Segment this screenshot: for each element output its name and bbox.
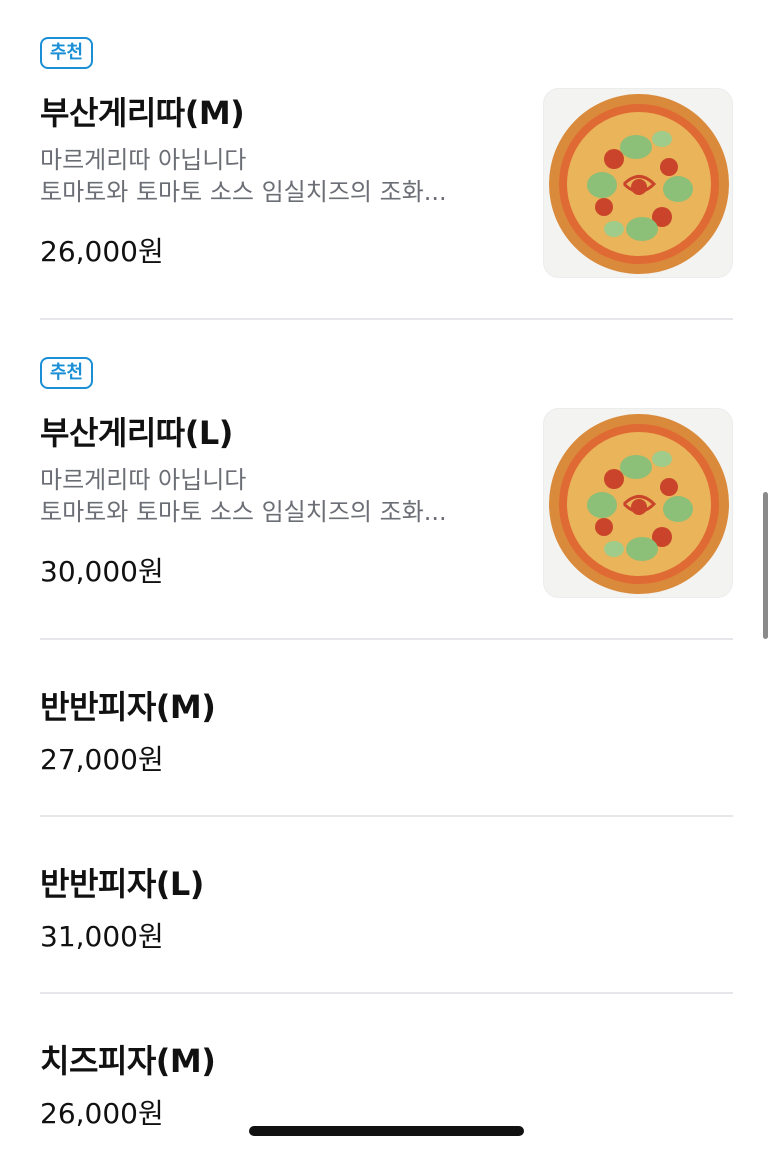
menu-item-price: 27,000원 bbox=[40, 743, 164, 776]
menu-item-name: 부산게리따(M) bbox=[40, 94, 245, 132]
home-indicator[interactable] bbox=[249, 1126, 524, 1136]
menu-item[interactable]: 추천 부산게리따(M) 마르게리따 아닙니다 토마토와 토마토 소스 임실치즈의… bbox=[40, 0, 733, 320]
menu-item-name: 부산게리따(L) bbox=[40, 414, 233, 452]
menu-item-price: 30,000원 bbox=[40, 555, 164, 588]
menu-item[interactable]: 반반피자(M) 27,000원 bbox=[40, 640, 733, 817]
menu-item[interactable]: 반반피자(L) 31,000원 bbox=[40, 817, 733, 994]
description-line: 토마토와 토마토 소스 임실치즈의 조화... bbox=[40, 498, 447, 526]
menu-item-name: 반반피자(M) bbox=[40, 688, 216, 726]
menu-item-description: 마르게리따 아닙니다 토마토와 토마토 소스 임실치즈의 조화... bbox=[40, 144, 490, 208]
pizza-image[interactable] bbox=[543, 408, 733, 598]
menu-item[interactable]: 추천 부산게리따(L) 마르게리따 아닙니다 토마토와 토마토 소스 임실치즈의… bbox=[40, 320, 733, 640]
menu-item-name: 치즈피자(M) bbox=[40, 1042, 216, 1080]
description-line: 마르게리따 아닙니다 bbox=[40, 466, 247, 494]
menu-item-price: 26,000원 bbox=[40, 235, 164, 268]
menu-list: 추천 부산게리따(M) 마르게리따 아닙니다 토마토와 토마토 소스 임실치즈의… bbox=[40, 0, 733, 1171]
menu-item-price: 26,000원 bbox=[40, 1097, 164, 1130]
menu-item-price: 31,000원 bbox=[40, 920, 164, 953]
scrollbar[interactable] bbox=[763, 492, 768, 639]
menu-item-name: 반반피자(L) bbox=[40, 865, 204, 903]
description-line: 토마토와 토마토 소스 임실치즈의 조화... bbox=[40, 178, 447, 206]
pizza-image[interactable] bbox=[543, 88, 733, 278]
menu-item-description: 마르게리따 아닙니다 토마토와 토마토 소스 임실치즈의 조화... bbox=[40, 464, 490, 528]
recommended-badge: 추천 bbox=[40, 37, 94, 69]
description-line: 마르게리따 아닙니다 bbox=[40, 146, 247, 174]
recommended-badge: 추천 bbox=[40, 357, 94, 389]
menu-item[interactable]: 치즈피자(M) 26,000원 bbox=[40, 994, 733, 1171]
